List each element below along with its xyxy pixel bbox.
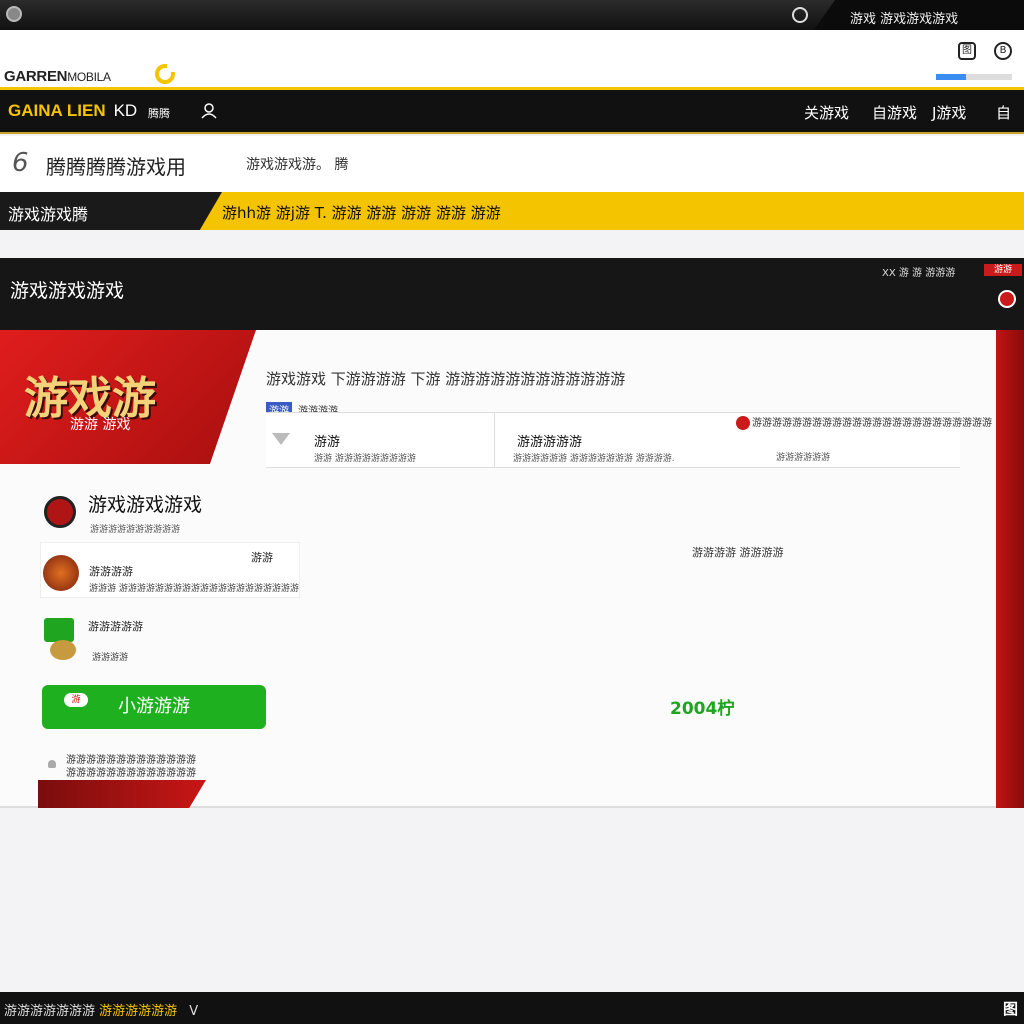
info-line: 游戏游戏 下游游游游 下游 游游游游游游游游游游游游 xyxy=(266,370,626,388)
footer-note: 游游游游游游游游游游游游游 游游游游游游游游游游游游游 xyxy=(48,754,196,780)
brand-bar: GARRENMOBILA 图 B xyxy=(0,30,1024,90)
brand-name[interactable]: GARRENMOBILA xyxy=(4,68,111,85)
system-status-text: 游戏 游戏游戏游戏 xyxy=(850,12,959,27)
page-header: 6 腾腾腾腾游戏用 游戏游戏游。 腾 xyxy=(0,136,1024,192)
section-title: 游戏游戏游戏 xyxy=(88,494,203,516)
item-tag: 游游 xyxy=(251,551,273,564)
brand-name-suffix: MOBILA xyxy=(67,70,111,84)
item-subtitle: 游游游游 xyxy=(92,653,129,663)
banner-label: 游戏游戏腾 xyxy=(8,205,89,224)
page-subtitle: 游戏游戏游。 腾 xyxy=(246,157,349,173)
list-item[interactable]: 游游游游 游游 游游游 游游游游游游游游游游游游游游游游游游游游 xyxy=(40,542,300,598)
stat-note: 游游 游游游游游游游游游 xyxy=(314,454,416,464)
section-subtitle: 游游游游游游游游游游 xyxy=(90,525,181,535)
stat-card-2[interactable]: 游游游游游 游游游游游游 游游游游游游游 游游游游. xyxy=(494,412,724,468)
chevron-down-icon[interactable]: V xyxy=(189,1004,198,1019)
banner-label-box: 游戏游戏腾 xyxy=(0,192,222,230)
nav-brand[interactable]: GAINA LIEN KD xyxy=(8,101,137,121)
list-item[interactable]: 游游游游游 游游游游 xyxy=(40,608,300,664)
panel-title: 游戏游戏游戏 xyxy=(10,280,125,302)
item-title: 游游游游游 xyxy=(88,620,143,633)
nav-extra-link[interactable]: 腾腾 xyxy=(148,105,170,121)
avatar[interactable] xyxy=(998,290,1016,308)
primary-action-button[interactable]: 游 小游游游 xyxy=(42,685,266,729)
green-counter: 2004柠 xyxy=(670,699,735,719)
item-title: 游游游游 xyxy=(89,565,133,578)
bottom-bar-highlight: 游游游游游游 xyxy=(99,1004,178,1019)
loading-progress-bar xyxy=(936,74,1012,80)
nav-link-2[interactable]: 自游戏 xyxy=(872,102,917,123)
announcement-banner: 游戏游戏腾 游hh游 游j游 T. 游游 游游 游游 游游 游游 xyxy=(0,192,1024,230)
bottom-bar-plain: 游游游游游游游 xyxy=(4,1004,100,1019)
coin-button[interactable]: B xyxy=(994,42,1012,60)
panel-header: 游戏游戏游戏 XX 游 游 游游游 游游 xyxy=(0,258,1024,330)
game-avatar-icon xyxy=(44,496,76,528)
stat-card-1[interactable]: 游游 游游 游游游游游游游游游 xyxy=(266,412,494,468)
window-menu-icon[interactable] xyxy=(6,6,22,22)
right-note: 游游游游游游游游游游游游游游游游游游游游游游游游 xyxy=(736,414,992,430)
window-toggle-button[interactable]: 图 xyxy=(958,42,976,60)
right-red-strip xyxy=(996,330,1024,808)
header-number: 6 xyxy=(12,148,29,178)
stat-label: 游游游游游 xyxy=(517,435,583,450)
bottom-bar-right-icon[interactable]: 图 xyxy=(1003,998,1018,1019)
panel-red-button[interactable]: 游游 xyxy=(984,264,1022,276)
mid-text: 游游游游 游游游游 xyxy=(692,546,784,559)
panel-top-links[interactable]: XX 游 游 游游游 xyxy=(882,264,955,279)
bottom-red-decoration xyxy=(38,780,206,808)
user-icon[interactable] xyxy=(200,103,218,119)
bottom-bar-text[interactable]: 游游游游游游游 游游游游游游 V xyxy=(4,1000,198,1019)
footer-note-line-1: 游游游游游游游游游游游游游 xyxy=(66,755,196,766)
alert-icon xyxy=(736,416,750,430)
nav-link-4[interactable]: 自 xyxy=(996,102,1011,123)
button-badge: 游 xyxy=(64,693,88,707)
bell-icon xyxy=(48,760,56,768)
item-subtitle: 游游游 游游游游游游游游游游游游游游游游游游游游 xyxy=(89,584,299,594)
primary-action-label: 小游游游 xyxy=(118,696,190,717)
settings-icon[interactable] xyxy=(792,7,808,23)
hero-subtitle: 游游 游戏 xyxy=(70,417,131,433)
brand-name-main: GARREN xyxy=(4,68,68,85)
main-nav: GAINA LIEN KD 腾腾 关游戏 自游戏 J游戏 自 xyxy=(0,90,1024,134)
nav-link-1[interactable]: 关游戏 xyxy=(804,102,849,123)
hero-banner: 游戏游 游游 游戏 xyxy=(0,330,256,464)
item-thumbnail-icon xyxy=(43,555,79,591)
bottom-bar: 游游游游游游游 游游游游游游 V 图 xyxy=(0,992,1024,1024)
system-top-bar: 游戏 游戏游戏游戏 xyxy=(0,0,1024,30)
loading-progress-fill xyxy=(936,74,967,80)
item-coin-icon xyxy=(50,640,76,660)
main-content: 游戏游 游游 游戏 游戏游戏 下游游游游 下游 游游游游游游游游游游游游 游游游… xyxy=(0,330,1024,808)
nav-link-3[interactable]: J游戏 xyxy=(932,102,966,123)
item-green-icon xyxy=(44,618,74,642)
garena-logo-icon xyxy=(155,64,177,84)
footer-note-line-2: 游游游游游游游游游游游游游 xyxy=(66,768,196,779)
banner-text[interactable]: 游hh游 游j游 T. 游游 游游 游游 游游 游游 xyxy=(222,202,501,223)
stat-note: 游游游游游游 游游游游游游游 游游游游. xyxy=(513,454,675,464)
page-title: 腾腾腾腾游戏用 xyxy=(46,155,186,179)
chevron-down-icon xyxy=(272,433,290,445)
nav-brand-suffix: KD xyxy=(113,101,138,120)
stat-label: 游游 xyxy=(314,435,341,450)
nav-brand-label: GAINA LIEN xyxy=(8,101,106,120)
right-note-sub: 游游游游游游 xyxy=(776,453,831,463)
right-note-text: 游游游游游游游游游游游游游游游游游游游游游游游游 xyxy=(752,418,992,429)
